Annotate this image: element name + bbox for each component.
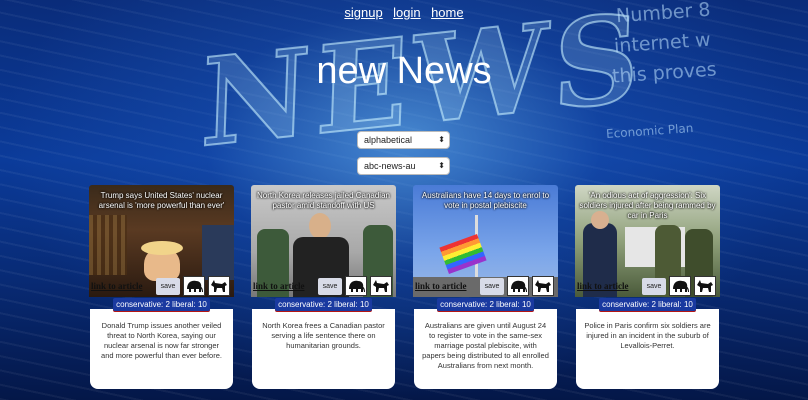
article-action-bar: link to article save [251,275,396,297]
source-select-value: abc-news-au [364,161,416,171]
sort-select-value: alphabetical [364,135,413,145]
source-select[interactable]: abc-news-au ⬍ [357,157,450,175]
donkey-icon[interactable] [208,276,230,296]
article-description: North Korea frees a Canadian pastor serv… [262,321,385,350]
chevron-updown-icon: ⬍ [438,135,445,144]
elephant-icon[interactable] [345,276,367,296]
save-button[interactable]: save [156,278,180,295]
article-description: Donald Trump issues another veiled threa… [101,321,222,360]
article-headline: Trump says United States' nuclear arsena… [98,191,225,210]
article-headline: 'An odious act of aggression': Six soldi… [579,191,716,220]
article-description: Police in Paris confirm six soldiers are… [584,321,711,350]
article-link[interactable]: link to article [577,281,629,291]
signup-link[interactable]: signup [344,5,382,20]
article-headline: Australians have 14 days to enrol to vot… [421,191,550,210]
bias-score-badge: conservative: 2 liberal: 10 [113,298,210,311]
article-body: Donald Trump issues another veiled threa… [90,309,233,389]
article-action-bar: link to article save [89,275,234,297]
article-link[interactable]: link to article [91,281,143,291]
article-action-bar: link to article save [413,275,558,297]
article-description: Australians are given until August 24 to… [422,321,549,370]
chevron-updown-icon: ⬍ [438,161,445,170]
article-headline: North Korea releases jailed Canadian pas… [257,191,390,210]
article-body: Police in Paris confirm six soldiers are… [576,309,719,389]
donkey-icon[interactable] [694,276,716,296]
article-card: Trump says United States' nuclear arsena… [89,185,234,390]
elephant-icon[interactable] [183,276,205,296]
article-action-bar: link to article save [575,275,720,297]
sort-select[interactable]: alphabetical ⬍ [357,131,450,149]
bias-score-badge: conservative: 2 liberal: 10 [275,298,372,311]
article-link[interactable]: link to article [415,281,467,291]
donkey-icon[interactable] [370,276,392,296]
article-card: North Korea releases jailed Canadian pas… [251,185,396,390]
login-link[interactable]: login [393,5,420,20]
home-link[interactable]: home [431,5,464,20]
bias-score-badge: conservative: 2 liberal: 10 [437,298,534,311]
save-button[interactable]: save [318,278,342,295]
top-nav: signup login home [0,4,808,22]
save-button[interactable]: save [480,278,504,295]
page-title: new News [316,50,492,92]
save-button[interactable]: save [642,278,666,295]
article-body: Australians are given until August 24 to… [414,309,557,389]
donkey-icon[interactable] [532,276,554,296]
article-card: 'An odious act of aggression': Six soldi… [575,185,720,390]
bias-score-badge: conservative: 2 liberal: 10 [599,298,696,311]
article-body: North Korea frees a Canadian pastor serv… [252,309,395,389]
elephant-icon[interactable] [507,276,529,296]
article-link[interactable]: link to article [253,281,305,291]
article-card: Australians have 14 days to enrol to vot… [413,185,558,390]
elephant-icon[interactable] [669,276,691,296]
